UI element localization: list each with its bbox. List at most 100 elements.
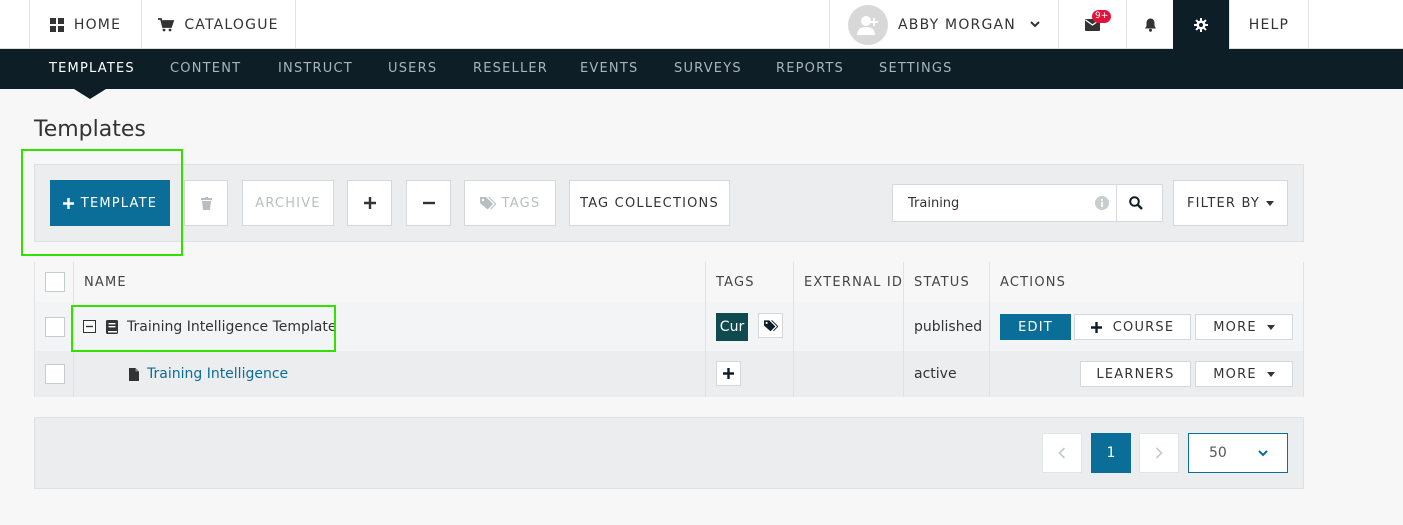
file-icon xyxy=(129,351,139,397)
more-button[interactable]: MORE xyxy=(1195,314,1293,340)
filter-label: FILTER BY xyxy=(1186,195,1261,211)
status-text: published xyxy=(914,318,983,335)
page-size-value: 50 xyxy=(1209,445,1227,461)
column-external-id[interactable]: EXTERNAL ID xyxy=(804,262,903,302)
add-template-button[interactable]: TEMPLATE xyxy=(50,180,170,226)
chevron-down-icon xyxy=(1258,450,1268,457)
prev-page-button[interactable] xyxy=(1042,433,1082,473)
table-header: NAME TAGS EXTERNAL ID STATUS ACTIONS xyxy=(34,262,1304,302)
gear-icon xyxy=(1194,17,1208,32)
catalogue-label: CATALOGUE xyxy=(184,16,279,33)
tag-chip[interactable]: Cur xyxy=(716,312,748,341)
book-icon xyxy=(106,302,118,351)
search-icon[interactable] xyxy=(1129,196,1143,210)
row-checkbox[interactable] xyxy=(45,316,65,337)
caret-down-icon xyxy=(1266,371,1275,377)
tab-events[interactable]: EVENTS xyxy=(580,49,638,89)
select-all-checkbox[interactable] xyxy=(45,272,65,292)
select-all-checkbox-cell xyxy=(45,262,65,302)
catalogue-link[interactable]: CATALOGUE xyxy=(141,0,296,49)
minus-icon xyxy=(422,197,435,209)
top-bar: HOME CATALOGUE ABBY MORGAN 9+ HELP xyxy=(0,0,1403,49)
notifications-button[interactable] xyxy=(1126,0,1173,49)
column-divider xyxy=(793,262,794,397)
template-name[interactable]: Training Intelligence Template xyxy=(127,302,336,351)
tags-label: TAGS xyxy=(501,195,541,211)
user-menu[interactable]: ABBY MORGAN xyxy=(829,0,1058,49)
info-icon[interactable] xyxy=(1095,196,1109,210)
tab-templates[interactable]: TEMPLATES xyxy=(49,49,135,89)
chevron-left-icon xyxy=(1058,447,1066,459)
status-text: active xyxy=(914,366,957,382)
edit-button[interactable]: EDIT xyxy=(1000,314,1071,340)
grid-icon xyxy=(49,17,64,32)
plus-icon xyxy=(723,368,734,379)
plus-icon xyxy=(1090,321,1102,333)
tag-chip-cell: Cur xyxy=(716,302,748,351)
home-link[interactable]: HOME xyxy=(29,0,141,49)
more-button[interactable]: MORE xyxy=(1195,361,1293,387)
caret-down-icon xyxy=(1266,200,1275,206)
add-course-button[interactable]: COURSE xyxy=(1074,314,1191,340)
add-template-label: TEMPLATE xyxy=(80,195,158,211)
search-divider xyxy=(1116,185,1117,221)
tab-surveys[interactable]: SURVEYS xyxy=(674,49,742,89)
user-name: ABBY MORGAN xyxy=(898,16,1016,33)
more-label: MORE xyxy=(1213,319,1257,335)
tag-collections-button[interactable]: TAG COLLECTIONS xyxy=(569,180,730,226)
chevron-down-icon xyxy=(1030,21,1040,28)
trash-icon xyxy=(200,196,212,210)
column-actions: ACTIONS xyxy=(1000,274,1067,290)
collapse-toggle[interactable] xyxy=(83,302,96,351)
page-number-button[interactable]: 1 xyxy=(1091,433,1131,473)
archive-button[interactable]: ARCHIVE xyxy=(242,180,334,226)
column-divider xyxy=(34,262,35,397)
page-title: Templates xyxy=(34,117,146,142)
settings-button[interactable] xyxy=(1173,0,1229,49)
add-tag-button[interactable] xyxy=(716,361,741,386)
row-checkbox[interactable] xyxy=(45,364,65,384)
collapse-all-button[interactable] xyxy=(406,180,451,226)
column-divider xyxy=(903,262,904,397)
tab-settings[interactable]: SETTINGS xyxy=(879,49,953,89)
help-label: HELP xyxy=(1248,16,1290,33)
cart-icon xyxy=(158,17,175,32)
search-input[interactable] xyxy=(893,185,1113,221)
avatar xyxy=(848,4,889,45)
home-label: HOME xyxy=(73,16,122,33)
caret-down-icon xyxy=(1266,324,1275,330)
page-size-select[interactable]: 50 xyxy=(1188,433,1288,473)
table-row: Training Intelligence Template Cur publi… xyxy=(34,302,1304,351)
main-nav: TEMPLATES CONTENT INSTRUCT USERS RESELLE… xyxy=(0,49,1403,89)
mail-badge: 9+ xyxy=(1092,10,1112,23)
tab-reports[interactable]: REPORTS xyxy=(776,49,844,89)
course-label: COURSE xyxy=(1112,319,1175,335)
column-divider xyxy=(1303,262,1304,397)
tab-content[interactable]: CONTENT xyxy=(170,49,241,89)
tab-users[interactable]: USERS xyxy=(388,49,437,89)
learners-button[interactable]: LEARNERS xyxy=(1080,361,1191,387)
column-tags: TAGS xyxy=(716,274,755,290)
expand-all-button[interactable] xyxy=(347,180,392,226)
search-box xyxy=(892,184,1163,222)
mail-button[interactable]: 9+ xyxy=(1058,0,1126,49)
column-divider xyxy=(705,262,706,397)
filter-by-button[interactable]: FILTER BY xyxy=(1173,180,1288,226)
plus-icon xyxy=(62,197,74,209)
collapse-icon xyxy=(83,320,96,333)
tags-icon xyxy=(479,196,496,210)
column-status[interactable]: STATUS xyxy=(914,262,970,302)
tags-button[interactable]: TAGS xyxy=(464,180,556,226)
next-page-button[interactable] xyxy=(1139,433,1179,473)
edit-tags-button[interactable] xyxy=(758,313,783,338)
table-row: Training Intelligence active LEARNERS MO… xyxy=(34,351,1304,397)
tab-reseller[interactable]: RESELLER xyxy=(473,49,548,89)
child-name-link[interactable]: Training Intelligence xyxy=(147,351,288,397)
help-link[interactable]: HELP xyxy=(1229,0,1309,49)
column-divider xyxy=(73,262,74,397)
column-name[interactable]: NAME xyxy=(84,262,127,302)
bell-icon xyxy=(1144,18,1157,32)
tab-instruct[interactable]: INSTRUCT xyxy=(278,49,353,89)
delete-button[interactable] xyxy=(184,180,228,226)
tags-icon xyxy=(763,319,778,331)
